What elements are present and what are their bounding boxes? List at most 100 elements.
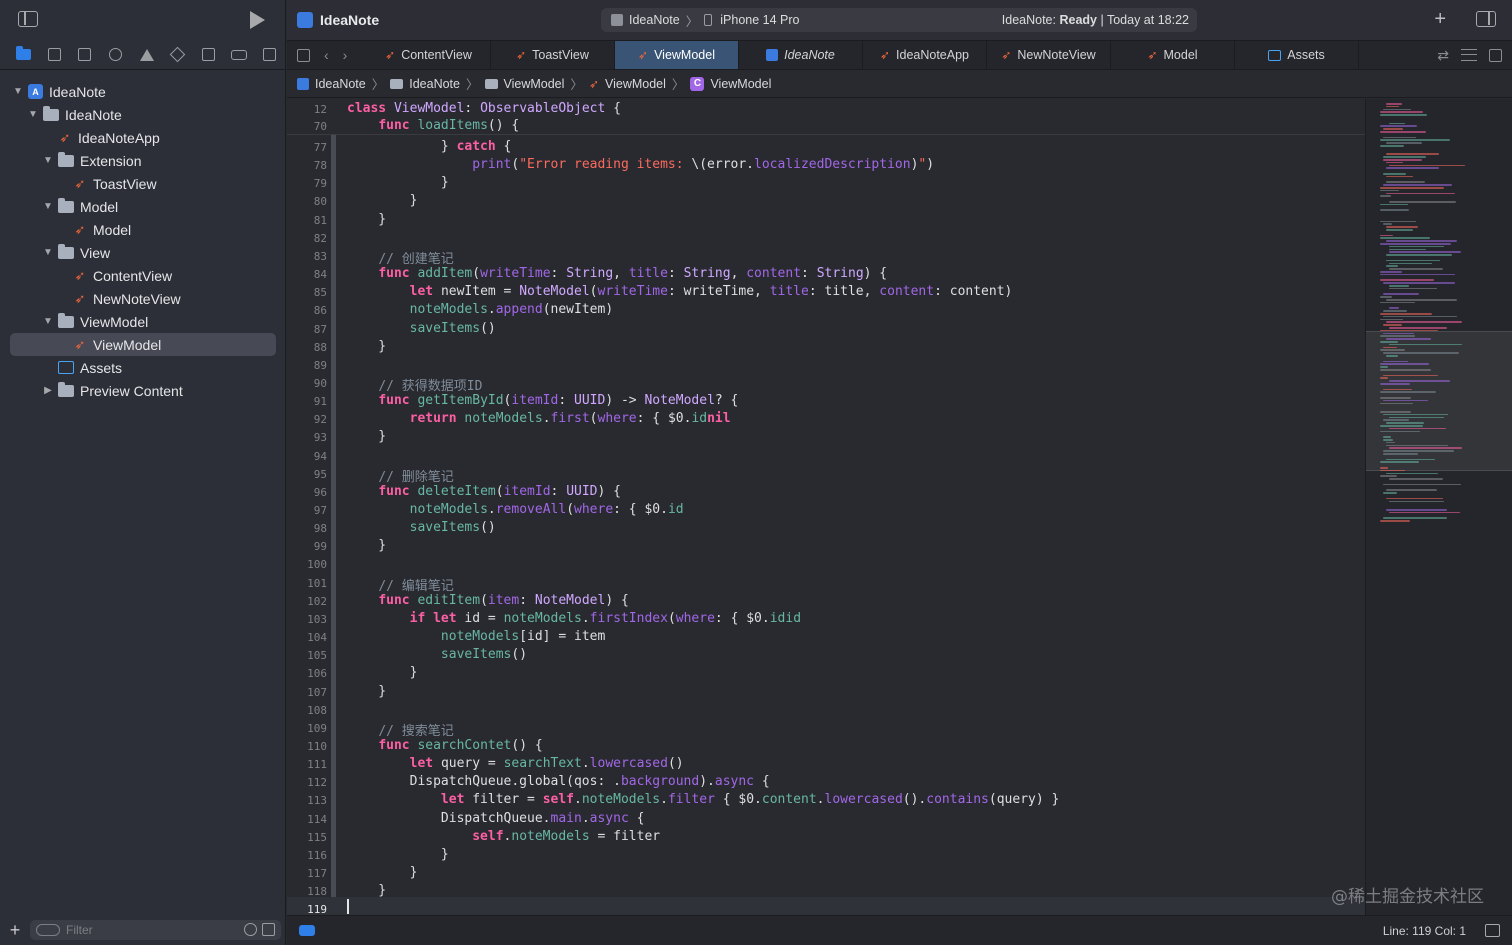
code-line[interactable]: // 获得数据项ID	[347, 375, 482, 394]
editor-tab[interactable]: ➶ NewNoteView	[987, 41, 1111, 69]
code-line[interactable]: saveItems()	[347, 520, 496, 535]
line-number[interactable]: 97	[287, 504, 327, 517]
tree-item[interactable]: ▼ ViewModel	[0, 310, 286, 333]
line-number[interactable]: 110	[287, 740, 327, 753]
find-navigator-icon[interactable]	[100, 45, 131, 65]
code-line[interactable]: noteModels.removeAll(where: { $0.id	[347, 502, 684, 517]
tree-item[interactable]: ➶ ContentView	[0, 264, 286, 287]
code-line[interactable]: noteModels.append(newItem)	[347, 302, 614, 317]
line-number[interactable]: 95	[287, 468, 327, 481]
line-number[interactable]: 100	[287, 558, 327, 571]
code-line[interactable]: if let id = noteModels.firstIndex(where:…	[347, 611, 801, 626]
code-line[interactable]: }	[347, 175, 449, 190]
tree-item[interactable]: ➶ ToastView	[0, 172, 286, 195]
code-line[interactable]: DispatchQueue.global(qos: .background).a…	[347, 774, 770, 789]
console-toggle-icon[interactable]	[1485, 924, 1500, 937]
test-navigator-icon[interactable]	[162, 45, 193, 65]
line-number[interactable]: 96	[287, 486, 327, 499]
debug-area-toggle-icon[interactable]	[299, 925, 315, 936]
sidebar-toggle-icon[interactable]	[18, 11, 38, 27]
line-number[interactable]: 99	[287, 540, 327, 553]
breakpoint-navigator-icon[interactable]	[223, 45, 254, 65]
code-line[interactable]: }	[347, 865, 418, 880]
line-number[interactable]: 70	[287, 120, 327, 133]
code-line[interactable]: // 创建笔记	[347, 248, 453, 267]
code-line[interactable]: }	[347, 193, 418, 208]
debug-navigator-icon[interactable]	[193, 45, 224, 65]
code-line[interactable]: let newItem = NoteModel(writeTime: write…	[347, 284, 1013, 299]
tree-item[interactable]: Assets	[0, 356, 286, 379]
code-line[interactable]: }	[347, 429, 386, 444]
code-line[interactable]: func deleteItem(itemId: UUID) {	[347, 484, 621, 499]
line-number[interactable]: 91	[287, 395, 327, 408]
editor-tab[interactable]: Assets	[1235, 41, 1359, 69]
breadcrumb-item[interactable]: IdeaNote	[409, 77, 460, 91]
chevron-down-icon[interactable]: ▼	[42, 155, 54, 166]
code-line[interactable]: // 删除笔记	[347, 466, 453, 485]
breadcrumb-item[interactable]: ViewModel	[504, 77, 565, 91]
code-line[interactable]: saveItems()	[347, 647, 527, 662]
code-line[interactable]: self.noteModels = filter	[347, 829, 660, 844]
code-line[interactable]: return noteModels.first(where: { $0.idni…	[347, 411, 731, 426]
tree-item[interactable]: ▼ View	[0, 241, 286, 264]
issue-navigator-icon[interactable]	[131, 45, 162, 65]
line-number[interactable]: 108	[287, 704, 327, 717]
line-number[interactable]: 88	[287, 341, 327, 354]
line-number[interactable]: 12	[287, 103, 327, 116]
line-number[interactable]: 109	[287, 722, 327, 735]
project-navigator-icon[interactable]	[8, 45, 39, 65]
editor-options-icon[interactable]	[1461, 49, 1477, 61]
breadcrumb-item[interactable]: ViewModel	[605, 77, 666, 91]
editor-tab[interactable]: ➶ ContentView	[367, 41, 491, 69]
add-editor-icon[interactable]	[1489, 48, 1502, 62]
tree-item[interactable]: ▼ IdeaNote	[0, 103, 286, 126]
source-control-filter-icon[interactable]	[262, 923, 275, 936]
editor-tab[interactable]: ➶ ToastView	[491, 41, 615, 69]
chevron-down-icon[interactable]: ▼	[42, 316, 54, 327]
code-line[interactable]: print("Error reading items: \(error.loca…	[347, 157, 934, 172]
code-line[interactable]: }	[347, 665, 418, 680]
run-button[interactable]	[250, 11, 265, 29]
code-lines[interactable]: } catch { print("Error reading items: \(…	[347, 99, 1365, 915]
scheme-project-label[interactable]: IdeaNote	[629, 13, 680, 27]
tree-item[interactable]: ➶ ViewModel	[0, 333, 286, 356]
line-number[interactable]: 113	[287, 794, 327, 807]
scheme-device-label[interactable]: iPhone 14 Pro	[720, 13, 799, 27]
line-number[interactable]: 106	[287, 667, 327, 680]
inspector-toggle-icon[interactable]	[1476, 11, 1496, 27]
line-number[interactable]: 117	[287, 867, 327, 880]
line-number[interactable]: 87	[287, 323, 327, 336]
line-number[interactable]: 112	[287, 776, 327, 789]
tree-item[interactable]: ➶ Model	[0, 218, 286, 241]
scheme-and-status-bar[interactable]: IdeaNote 〉 iPhone 14 Pro IdeaNote: Ready…	[601, 8, 1197, 32]
line-number[interactable]: 92	[287, 413, 327, 426]
line-number[interactable]: 104	[287, 631, 327, 644]
line-number[interactable]: 107	[287, 686, 327, 699]
chevron-down-icon[interactable]: ▼	[12, 86, 24, 97]
code-line[interactable]: // 搜索笔记	[347, 720, 453, 739]
add-file-icon[interactable]: +	[0, 920, 30, 941]
editor-tab[interactable]: IdeaNote	[739, 41, 863, 69]
forward-chevron-icon[interactable]: ›	[343, 47, 348, 63]
editor-tab[interactable]: ➶ Model	[1111, 41, 1235, 69]
code-line[interactable]: DispatchQueue.main.async {	[347, 811, 645, 826]
filter-input[interactable]: Filter	[30, 920, 281, 940]
code-line[interactable]: }	[347, 684, 386, 699]
library-plus-icon[interactable]: +	[1434, 8, 1446, 31]
code-line[interactable]: func searchContet() {	[347, 738, 542, 753]
code-line[interactable]: // 编辑笔记	[347, 575, 453, 594]
code-line[interactable]: func loadItems() {	[347, 118, 519, 133]
line-number[interactable]: 89	[287, 359, 327, 372]
back-chevron-icon[interactable]: ‹	[324, 47, 329, 63]
tree-item[interactable]: ➶ IdeaNoteApp	[0, 126, 286, 149]
code-line[interactable]: }	[347, 212, 386, 227]
line-number[interactable]: 82	[287, 232, 327, 245]
symbol-navigator-icon[interactable]	[70, 45, 101, 65]
filter-options-icon[interactable]	[36, 924, 60, 936]
line-number[interactable]: 77	[287, 141, 327, 154]
line-number[interactable]: 111	[287, 758, 327, 771]
chevron-down-icon[interactable]: ▼	[27, 109, 39, 120]
code-line[interactable]: noteModels[id] = item	[347, 629, 605, 644]
code-editor[interactable]: 77 78 79 80 81 82 83 84 85 86 87 88 89 90 91 92 93 94 95 96…	[287, 99, 1512, 916]
line-number[interactable]: 114	[287, 813, 327, 826]
